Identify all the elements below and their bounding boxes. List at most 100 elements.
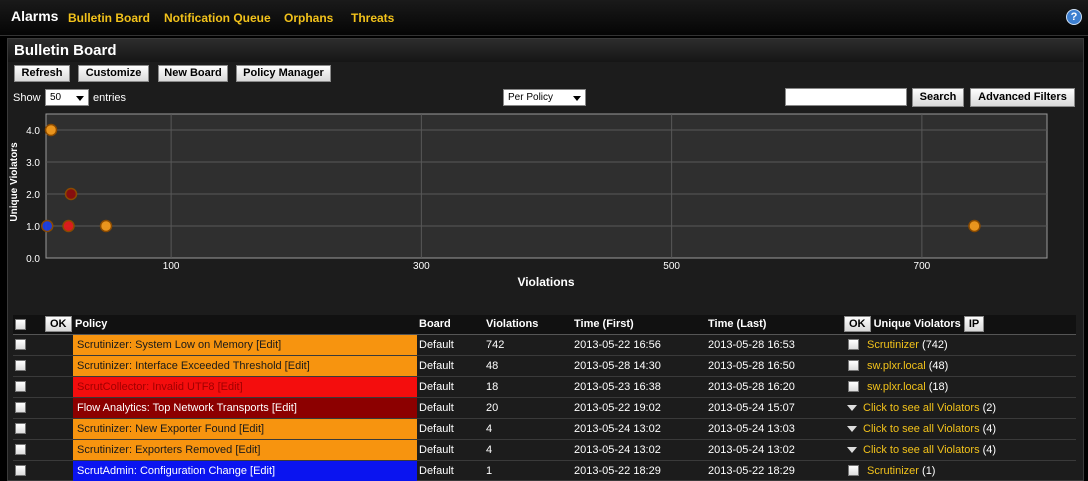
new-board-button[interactable]: New Board xyxy=(158,65,228,82)
policy-manager-button[interactable]: Policy Manager xyxy=(236,65,331,82)
row-checkbox[interactable] xyxy=(15,444,26,456)
unique-violators-header: OK Unique Violators IP xyxy=(842,315,1076,335)
row-checkbox[interactable] xyxy=(15,402,26,414)
chevron-down-icon xyxy=(76,96,84,101)
expand-triangle-icon[interactable] xyxy=(847,446,857,453)
row-checkbox[interactable] xyxy=(15,423,26,435)
ip-toggle-button[interactable]: IP xyxy=(963,316,985,333)
violator-link[interactable]: sw.plxr.local xyxy=(867,360,926,372)
help-icon[interactable]: ? xyxy=(1066,9,1082,25)
table-row: Scrutinizer: New Exporter Found [Edit] De… xyxy=(13,418,1076,440)
refresh-button[interactable]: Refresh xyxy=(14,65,70,82)
unique-violators-label[interactable]: Unique Violators xyxy=(874,318,961,330)
panel-title: Bulletin Board xyxy=(14,42,117,59)
policy-name-link[interactable]: Scrutinizer: New Exporter Found [Edit] xyxy=(73,418,417,440)
violators-link[interactable]: Click to see all Violators xyxy=(863,402,980,414)
expand-triangle-icon[interactable] xyxy=(847,425,857,432)
top-navigation-bar: Alarms Bulletin Board Notification Queue… xyxy=(0,0,1088,36)
x-tick-label: 500 xyxy=(663,261,680,272)
group-by-value: Per Policy xyxy=(508,92,554,103)
row-checkbox[interactable] xyxy=(15,339,26,351)
row-select-cell xyxy=(13,460,43,481)
scatter-point xyxy=(44,123,58,137)
violator-checkbox[interactable] xyxy=(848,381,859,393)
board-header[interactable]: Board xyxy=(417,315,484,335)
y-tick-label: 4.0 xyxy=(26,126,40,137)
time-last-header[interactable]: Time (Last) xyxy=(706,315,842,335)
select-all-checkbox[interactable] xyxy=(15,318,26,330)
policy-name-link[interactable]: ScrutAdmin: Configuration Change [Edit] xyxy=(73,460,417,481)
violator-link[interactable]: sw.plxr.local xyxy=(867,381,926,393)
row-ok-cell xyxy=(43,376,73,398)
time-first-cell: 2013-05-23 16:38 xyxy=(572,376,706,398)
expand-triangle-icon[interactable] xyxy=(847,404,857,411)
policy-name-link[interactable]: Flow Analytics: Top Network Transports [… xyxy=(73,397,417,419)
violators-link[interactable]: Click to see all Violators xyxy=(863,423,980,435)
row-select-cell xyxy=(13,355,43,377)
violator-checkbox[interactable] xyxy=(848,360,859,372)
scatter-point xyxy=(64,187,78,201)
y-tick-label: 0.0 xyxy=(26,254,40,265)
table-row: ScrutAdmin: Configuration Change [Edit] D… xyxy=(13,460,1076,481)
policy-header[interactable]: Policy xyxy=(73,315,417,335)
unique-violators-cell: Click to see all Violators (2) xyxy=(842,397,1076,419)
app-title: Alarms xyxy=(11,8,59,24)
policy-name-link[interactable]: Scrutinizer: System Low on Memory [Edit] xyxy=(73,334,417,356)
advanced-filters-button[interactable]: Advanced Filters xyxy=(970,88,1075,107)
violators-link[interactable]: Click to see all Violators xyxy=(863,444,980,456)
scatter-point xyxy=(99,219,113,233)
group-by-select[interactable]: Per Policy xyxy=(503,89,586,106)
violations-count-link[interactable]: 18 xyxy=(484,376,572,398)
customize-button[interactable]: Customize xyxy=(78,65,149,82)
board-cell: Default xyxy=(417,334,484,356)
time-first-cell: 2013-05-24 13:02 xyxy=(572,439,706,461)
row-ok-cell xyxy=(43,355,73,377)
violator-link[interactable]: Scrutinizer xyxy=(867,465,919,477)
search-button[interactable]: Search xyxy=(912,88,964,107)
row-ok-cell xyxy=(43,418,73,440)
violations-count-link[interactable]: 4 xyxy=(484,418,572,440)
table-row: ScrutCollector: Invalid UTF8 [Edit] Defau… xyxy=(13,376,1076,398)
y-tick-label: 1.0 xyxy=(26,222,40,233)
x-tick-label: 100 xyxy=(163,261,180,272)
violations-count-link[interactable]: 1 xyxy=(484,460,572,481)
violator-link[interactable]: Scrutinizer xyxy=(867,339,919,351)
violations-count-link[interactable]: 742 xyxy=(484,334,572,356)
alarms-table: OK Policy Board Violations Time (First) … xyxy=(13,315,1076,481)
policy-name-link[interactable]: Scrutinizer: Exporters Removed [Edit] xyxy=(73,439,417,461)
time-last-cell: 2013-05-24 13:02 xyxy=(706,439,842,461)
ok-button[interactable]: OK xyxy=(45,316,72,333)
violations-header[interactable]: Violations xyxy=(484,315,572,335)
nav-notification-queue[interactable]: Notification Queue xyxy=(164,11,271,25)
unique-violators-cell: sw.plxr.local (18) xyxy=(842,376,1076,398)
violations-count-link[interactable]: 4 xyxy=(484,439,572,461)
nav-threats[interactable]: Threats xyxy=(351,11,394,25)
policy-name-link[interactable]: ScrutCollector: Invalid UTF8 [Edit] xyxy=(73,376,417,398)
row-checkbox[interactable] xyxy=(15,465,26,477)
time-last-cell: 2013-05-22 18:29 xyxy=(706,460,842,481)
panel-title-bar xyxy=(8,39,1083,62)
x-tick-labels: 100 300 500 700 xyxy=(163,261,931,272)
entries-select[interactable]: 50 xyxy=(45,89,89,106)
violator-count: (2) xyxy=(982,401,997,414)
board-cell: Default xyxy=(417,439,484,461)
nav-bulletin-board[interactable]: Bulletin Board xyxy=(68,11,150,25)
policy-name-link[interactable]: Scrutinizer: Interface Exceeded Threshol… xyxy=(73,355,417,377)
scatter-point xyxy=(41,219,54,233)
search-input[interactable] xyxy=(785,88,907,106)
violators-ok-button[interactable]: OK xyxy=(844,316,871,333)
nav-orphans[interactable]: Orphans xyxy=(284,11,333,25)
row-checkbox[interactable] xyxy=(15,360,26,372)
violations-count-link[interactable]: 20 xyxy=(484,397,572,419)
table-header-row: OK Policy Board Violations Time (First) … xyxy=(13,315,1076,335)
y-tick-label: 3.0 xyxy=(26,158,40,169)
row-select-cell xyxy=(13,334,43,356)
violations-count-link[interactable]: 48 xyxy=(484,355,572,377)
violator-checkbox[interactable] xyxy=(848,465,859,477)
violator-checkbox[interactable] xyxy=(848,339,859,351)
entries-label: entries xyxy=(93,92,127,104)
time-first-header[interactable]: Time (First) xyxy=(572,315,706,335)
row-checkbox[interactable] xyxy=(15,381,26,393)
table-row: Scrutinizer: System Low on Memory [Edit]… xyxy=(13,334,1076,356)
scatter-point xyxy=(62,219,75,233)
